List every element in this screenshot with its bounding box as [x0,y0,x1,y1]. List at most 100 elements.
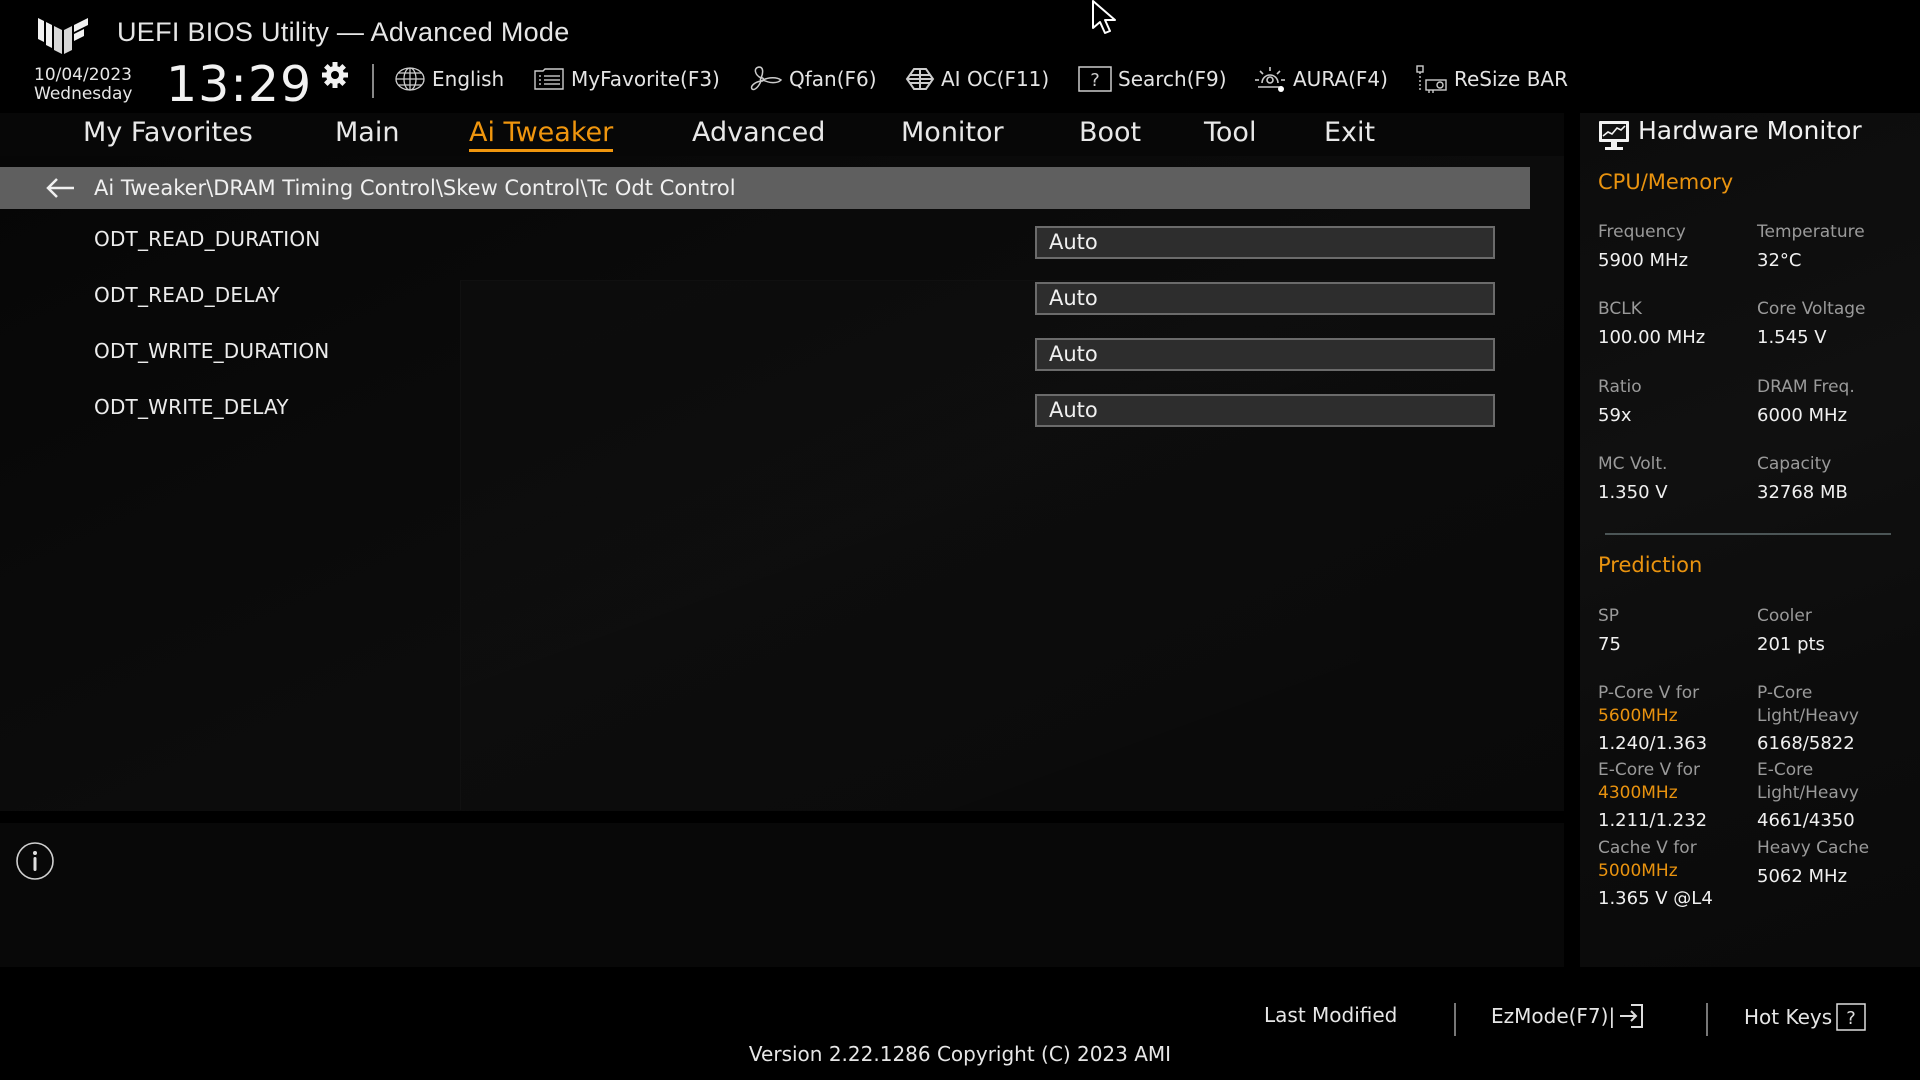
pred-freq-pcore: 5600MHz [1598,706,1678,726]
pred-label-sp: SP [1598,606,1620,626]
hw-value-core-voltage: 1.545 V [1757,327,1827,348]
hw-label-mc-volt: MC Volt. [1598,454,1668,474]
pred-label-pcore-v: P-Core V for [1598,683,1700,703]
exit-to-ezmode-icon [1620,1004,1644,1028]
breadcrumb: Ai Tweaker\DRAM Timing Control\Skew Cont… [0,167,1530,209]
app-title: UEFI BIOS Utility — Advanced Mode [117,17,570,47]
hw-value-ratio: 59x [1598,405,1632,426]
tab-boot[interactable]: Boot [1079,113,1141,156]
pred-label-cooler: Cooler [1757,606,1812,626]
favorite-list-icon [534,68,564,90]
ai-oc-label: AI OC(F11) [941,67,1050,91]
version-copyright: Version 2.22.1286 Copyright (C) 2023 AMI [748,1042,1172,1066]
search-help-icon: ? [1078,66,1112,92]
pred-value-pcore-v: 1.240/1.363 [1598,733,1708,754]
gear-icon[interactable] [320,60,350,90]
hotkeys-label: Hot Keys [1744,1005,1833,1029]
hw-value-dram-freq: 6000 MHz [1757,405,1848,426]
hw-label-temperature: Temperature [1757,222,1865,242]
date-text: 10/04/2023 [34,65,132,85]
tuf-logo [38,18,88,54]
info-icon[interactable] [15,841,55,881]
resize-bar-button[interactable]: ReSize BAR [1414,64,1568,94]
monitor-chart-icon [1599,121,1629,150]
pred-value-cooler: 201 pts [1757,634,1825,655]
hw-label-ratio: Ratio [1598,377,1642,397]
hw-label-frequency: Frequency [1598,222,1686,242]
setting-label-odt-write-delay[interactable]: ODT_WRITE_DELAY [94,395,289,419]
globe-icon [395,67,425,91]
help-info-panel [0,823,1564,967]
pred-value-sp: 75 [1598,634,1621,655]
pred-freq-ecore: 4300MHz [1598,783,1678,803]
tab-ai-tweaker[interactable]: Ai Tweaker [469,113,614,156]
pred-label-ecore-v: E-Core V for [1598,760,1701,780]
pred-value-pcore-lh: 6168/5822 [1757,733,1855,754]
setting-label-odt-read-delay[interactable]: ODT_READ_DELAY [94,283,280,307]
hw-value-temperature: 32°C [1757,250,1802,271]
hotkeys-button[interactable]: Hot Keys ? [1744,1003,1866,1031]
language-button[interactable]: English [394,64,504,94]
prediction-section-title: Prediction [1598,553,1703,577]
resize-bar-icon [1416,65,1447,93]
svg-text:?: ? [1846,1008,1856,1029]
ai-oc-icon [905,68,935,90]
hw-value-bclk: 100.00 MHz [1598,327,1706,348]
ai-oc-button[interactable]: AI OC(F11) [905,64,1049,94]
date-display: 10/04/2023 Wednesday [34,66,132,104]
tab-exit[interactable]: Exit [1324,113,1375,156]
hw-section-divider [1605,533,1891,535]
hw-value-capacity: 32768 MB [1757,482,1848,503]
hw-label-capacity: Capacity [1757,454,1832,474]
resize-bar-label: ReSize BAR [1454,67,1569,91]
mouse-cursor-icon [1092,0,1116,34]
setting-label-odt-read-duration[interactable]: ODT_READ_DURATION [94,227,320,251]
hw-value-mc-volt: 1.350 V [1598,482,1668,503]
search-button[interactable]: ? Search(F9) [1078,64,1227,94]
pred-freq-cache: 5000MHz [1598,861,1678,881]
ezmode-label: EzMode(F7)| [1491,1004,1616,1028]
back-arrow-icon[interactable] [44,176,76,200]
myfavorite-label: MyFavorite(F3) [571,67,720,91]
language-label: English [432,67,505,91]
qfan-label: Qfan(F6) [789,67,877,91]
myfavorite-button[interactable]: MyFavorite(F3) [533,64,720,94]
breadcrumb-path: Ai Tweaker\DRAM Timing Control\Skew Cont… [94,176,736,200]
setting-label-odt-write-duration[interactable]: ODT_WRITE_DURATION [94,339,329,363]
setting-dropdown-odt-write-delay[interactable]: Auto [1035,394,1495,427]
setting-dropdown-odt-read-delay[interactable]: Auto [1035,282,1495,315]
search-label: Search(F9) [1118,67,1227,91]
tab-main[interactable]: Main [335,113,399,156]
footer-divider [1454,1003,1456,1036]
footer-divider [1706,1003,1708,1036]
pred-label-ecore-lh-1: E-Core [1757,760,1814,780]
time-display[interactable]: 13:29 [166,56,312,113]
setting-dropdown-odt-write-duration[interactable]: Auto [1035,338,1495,371]
pred-label-ecore-lh-2: Light/Heavy [1757,783,1859,803]
hardware-monitor-title: Hardware Monitor [1638,116,1862,145]
aura-button[interactable]: AURA(F4) [1253,64,1388,94]
header-divider [372,64,374,98]
pred-label-pcore-lh-1: P-Core [1757,683,1813,703]
svg-text:?: ? [1090,70,1100,91]
day-text: Wednesday [34,84,133,104]
tab-monitor[interactable]: Monitor [901,113,1004,156]
hw-label-core-voltage: Core Voltage [1757,299,1866,319]
last-modified-button[interactable]: Last Modified [1264,1003,1397,1027]
tab-advanced[interactable]: Advanced [692,113,825,156]
aura-light-icon [1255,67,1285,92]
qfan-button[interactable]: Qfan(F6) [749,64,877,94]
setting-dropdown-odt-read-duration[interactable]: Auto [1035,226,1495,259]
fan-icon [750,66,783,91]
tab-my-favorites[interactable]: My Favorites [83,113,253,156]
hw-label-bclk: BCLK [1598,299,1642,319]
pred-value-cache-v: 1.365 V @L4 [1598,888,1713,909]
hw-label-dram-freq: DRAM Freq. [1757,377,1855,397]
tab-tool[interactable]: Tool [1204,113,1256,156]
question-box-icon: ? [1836,1003,1866,1031]
hw-value-frequency: 5900 MHz [1598,250,1689,271]
pred-value-heavy-cache: 5062 MHz [1757,866,1848,887]
aura-label: AURA(F4) [1293,67,1388,91]
pred-label-heavy-cache: Heavy Cache [1757,838,1870,858]
ezmode-button[interactable]: EzMode(F7)| [1491,1003,1645,1029]
